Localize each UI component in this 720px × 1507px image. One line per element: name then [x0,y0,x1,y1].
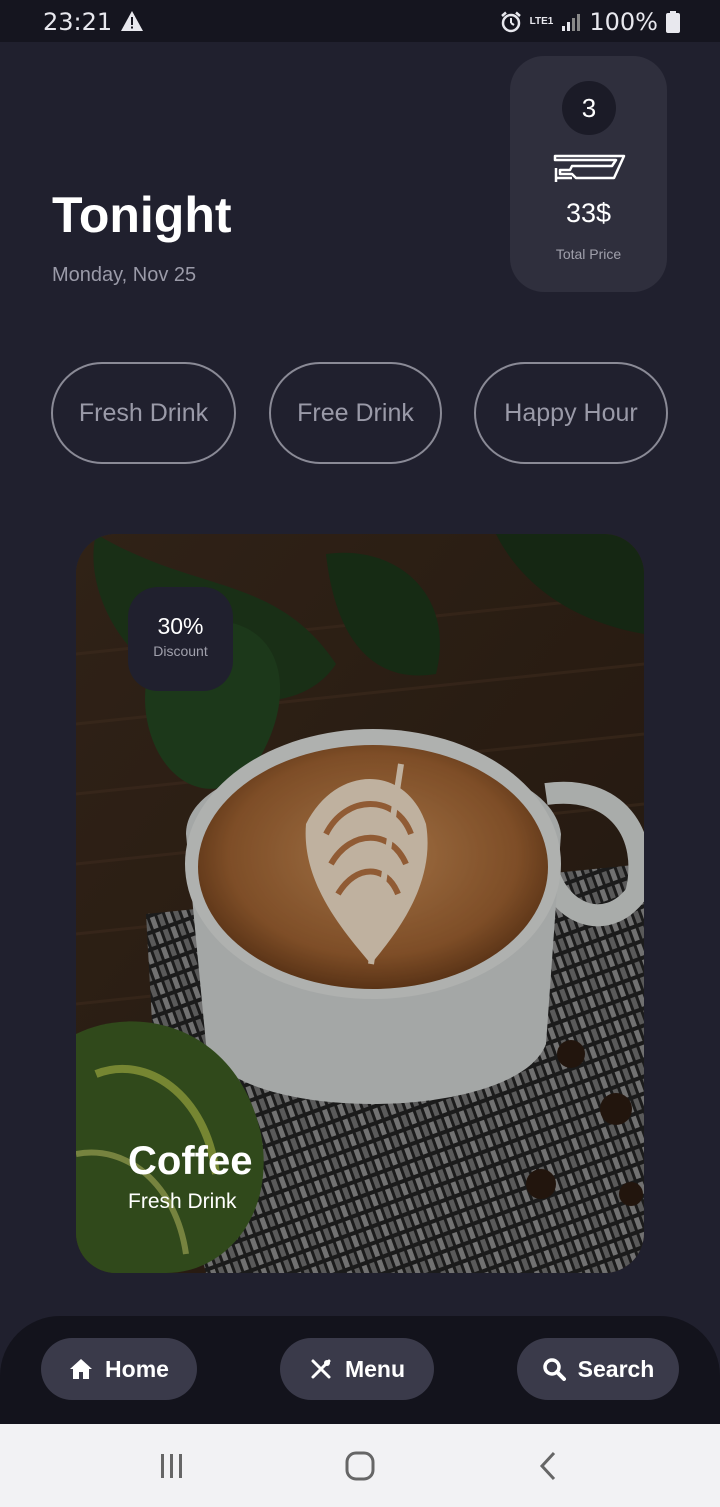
promo-card-coffee[interactable]: 30% Discount Coffee Fresh Drink [76,534,644,1273]
back-button[interactable] [528,1450,568,1482]
category-chip-free-drink[interactable]: Free Drink [269,362,442,464]
nav-home-label: Home [105,1355,169,1382]
system-nav-bar [0,1424,720,1507]
system-home-icon [345,1451,375,1481]
bottom-nav: Home Menu Search [0,1316,720,1424]
total-price-label: Total Price [555,246,622,262]
back-icon [539,1451,556,1481]
status-time: 23:21 [43,8,113,36]
home-icon [70,1359,93,1379]
system-home-button[interactable] [340,1450,380,1482]
alarm-icon [500,11,521,33]
nav-menu-label: Menu [344,1355,406,1382]
status-bar: 23:21 LTE1 100% [0,0,720,42]
nav-home-button[interactable]: Home [41,1338,197,1400]
page-title: Tonight [52,187,232,243]
warning-icon [121,11,143,31]
total-price-value: 33$ [565,198,612,228]
battery-level: 100% [589,8,658,36]
nav-search-button[interactable]: Search [517,1338,679,1400]
cart-hand-icon [553,154,626,182]
search-icon [542,1358,566,1381]
date-label: Monday, Nov 25 [52,264,197,286]
status-indicators: LTE1 100% [500,8,680,36]
signal-icon [562,14,581,31]
discount-badge: 30% Discount [128,587,233,691]
utensils-icon [311,1359,331,1379]
promo-title: Coffee [128,1139,253,1183]
nav-search-label: Search [577,1355,655,1382]
discount-value: 30% [157,613,204,639]
cart-count-badge: 3 [562,81,616,135]
promo-subtitle: Fresh Drink [128,1190,237,1213]
recents-button[interactable] [152,1450,192,1482]
cart-summary-card[interactable]: 3 33$ Total Price [510,56,667,292]
category-chip-fresh-drink[interactable]: Fresh Drink [51,362,236,464]
nav-menu-button[interactable]: Menu [280,1338,434,1400]
battery-icon [666,11,680,33]
recents-icon [161,1454,182,1478]
category-chip-happy-hour[interactable]: Happy Hour [474,362,668,464]
discount-label: Discount [153,643,208,659]
network-type: LTE1 [529,16,554,27]
